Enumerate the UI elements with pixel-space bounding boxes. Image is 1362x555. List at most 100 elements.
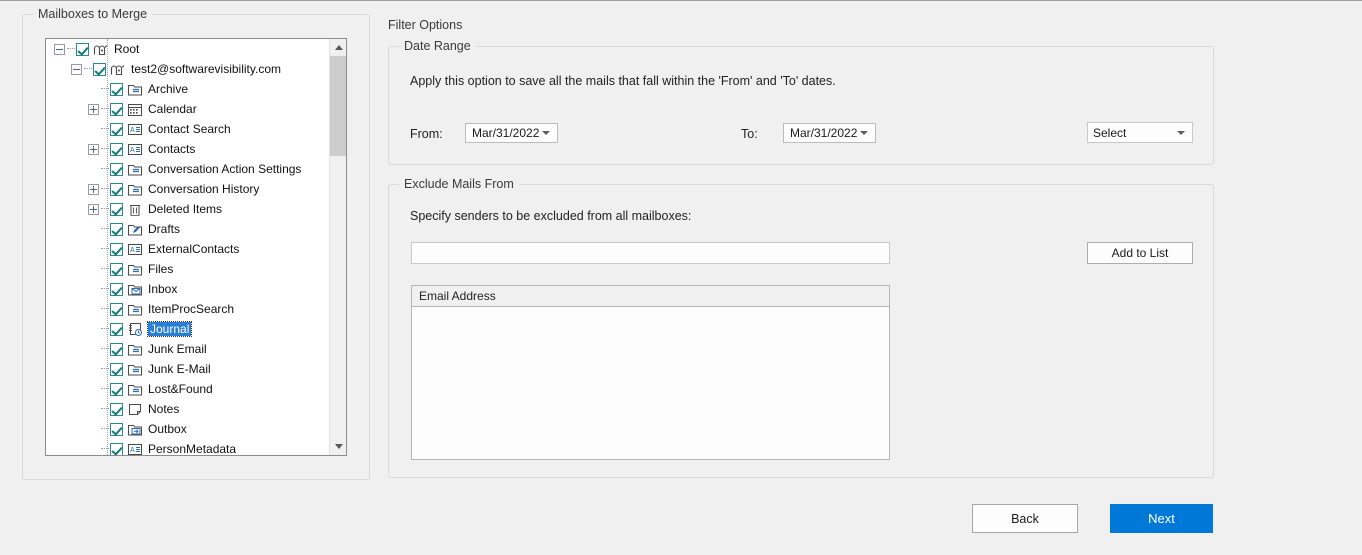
tree-item[interactable]: A PersonMetadata [46, 439, 328, 455]
tree-expander-spacer [88, 384, 101, 395]
tree-item-checkbox[interactable] [93, 62, 106, 76]
tree-item[interactable]: Root [46, 39, 328, 59]
date-range-group: Date Range Apply this option to save all… [388, 39, 1214, 165]
tree-item-checkbox[interactable] [110, 382, 123, 396]
tree-item-checkbox[interactable] [110, 122, 123, 136]
tree-item-checkbox[interactable] [110, 222, 123, 236]
calendar-icon [127, 102, 143, 117]
tree-item[interactable]: Files [46, 259, 328, 279]
tree-connector [101, 328, 109, 330]
scroll-down-icon[interactable] [330, 438, 346, 455]
tree-item[interactable]: Drafts [46, 219, 328, 239]
filter-options-title: Filter Options [388, 18, 463, 32]
back-button[interactable]: Back [972, 504, 1078, 533]
tree-item-label: ExternalContacts [148, 242, 240, 256]
tree-item[interactable]: A Contact Search [46, 119, 328, 139]
tree-item-label: Journal [146, 321, 193, 337]
tree-item[interactable]: test2@softwarevisibility.com [46, 59, 328, 79]
tree-item-checkbox[interactable] [110, 402, 123, 416]
tree-item[interactable]: Junk Email [46, 339, 328, 359]
tree-item-checkbox[interactable] [110, 342, 123, 356]
tree-item[interactable]: Deleted Items [46, 199, 328, 219]
tree-item-label: Outbox [148, 422, 187, 436]
sender-email-input[interactable] [411, 242, 890, 264]
tree-item-checkbox[interactable] [110, 362, 123, 376]
tree-item[interactable]: Notes [46, 399, 328, 419]
tree-item-checkbox[interactable] [110, 202, 123, 216]
tree-item[interactable]: A ExternalContacts [46, 239, 328, 259]
tree-connector [101, 108, 109, 110]
tree-item[interactable]: Archive [46, 79, 328, 99]
from-date-picker[interactable]: Mar/31/2022 [465, 123, 558, 143]
collapse-icon[interactable] [54, 43, 65, 55]
tree-connector [101, 308, 109, 310]
inbox-icon [127, 282, 143, 297]
tree-item[interactable]: ItemProcSearch [46, 299, 328, 319]
collapse-icon[interactable] [71, 63, 82, 75]
expand-icon[interactable] [88, 143, 99, 155]
tree-item-checkbox[interactable] [110, 322, 123, 336]
tree-item[interactable]: Junk E-Mail [46, 359, 328, 379]
tree-item[interactable]: Inbox [46, 279, 328, 299]
tree-item[interactable]: Calendar [46, 99, 328, 119]
tree-item-checkbox[interactable] [110, 162, 123, 176]
folder-note-icon [127, 302, 143, 317]
tree-item-checkbox[interactable] [110, 422, 123, 436]
tree-item[interactable]: Lost&Found [46, 379, 328, 399]
to-date-picker[interactable]: Mar/31/2022 [783, 123, 876, 143]
tree-item-checkbox[interactable] [110, 82, 123, 96]
tree-item-checkbox[interactable] [110, 442, 123, 455]
outbox-icon [127, 422, 143, 437]
tree-item-checkbox[interactable] [110, 182, 123, 196]
tree-item-checkbox[interactable] [110, 262, 123, 276]
scroll-up-icon[interactable] [330, 39, 346, 56]
tree-item-label: Conversation History [148, 182, 260, 196]
tree-item-label: Root [114, 42, 140, 56]
tree-item-checkbox[interactable] [76, 42, 89, 56]
mailboxes-to-merge-panel: Mailboxes to Merge Root test2@softwarevis… [22, 7, 370, 480]
folder-note-icon [127, 382, 143, 397]
tree-item-checkbox[interactable] [110, 242, 123, 256]
tree-item[interactable]: Outbox [46, 419, 328, 439]
tree-connector [101, 288, 109, 290]
tree-connector [101, 148, 109, 150]
tree-connector [101, 268, 109, 270]
tree-item-checkbox[interactable] [110, 302, 123, 316]
add-to-list-button[interactable]: Add to List [1087, 242, 1193, 264]
svg-text:A: A [130, 147, 135, 154]
mailbox-tree[interactable]: Root test2@softwarevisibility.com Archive C… [45, 38, 347, 456]
tree-item-label: PersonMetadata [148, 442, 237, 455]
tree-connector [101, 228, 109, 230]
exclude-mails-description: Specify senders to be excluded from all … [410, 209, 692, 223]
svg-text:A: A [130, 447, 135, 454]
expand-icon[interactable] [88, 183, 99, 195]
excluded-email-list-body[interactable] [412, 307, 889, 459]
column-header-email-address: Email Address [419, 289, 496, 303]
scrollbar-thumb[interactable] [330, 56, 346, 156]
tree-item-label: Junk Email [148, 342, 207, 356]
scrollbar-track[interactable] [330, 156, 346, 438]
tree-item-checkbox[interactable] [110, 282, 123, 296]
mailboxes-panel-title: Mailboxes to Merge [33, 7, 153, 21]
tree-expander-spacer [88, 124, 101, 135]
tree-item[interactable]: A Contacts [46, 139, 328, 159]
tree-item[interactable]: Conversation Action Settings [46, 159, 328, 179]
tree-item-label: Contact Search [148, 122, 231, 136]
from-label: From: [410, 127, 443, 141]
tree-expander-spacer [88, 344, 101, 355]
to-label: To: [741, 127, 758, 141]
tree-item-label: Lost&Found [148, 382, 213, 396]
tree-item-checkbox[interactable] [110, 102, 123, 116]
tree-item[interactable]: Conversation History [46, 179, 328, 199]
date-preset-select[interactable]: Select [1087, 122, 1193, 143]
tree-item-checkbox[interactable] [110, 142, 123, 156]
next-button[interactable]: Next [1110, 504, 1213, 533]
tree-item[interactable]: Journal [46, 319, 328, 339]
tree-connector [101, 248, 109, 250]
mailbox-tree-scrollbar[interactable] [329, 39, 346, 455]
expand-icon[interactable] [88, 103, 99, 115]
excluded-email-list[interactable]: Email Address [411, 285, 890, 460]
expand-icon[interactable] [88, 203, 99, 215]
contacts-icon: A [127, 442, 143, 456]
mailbox-icon [110, 62, 126, 77]
